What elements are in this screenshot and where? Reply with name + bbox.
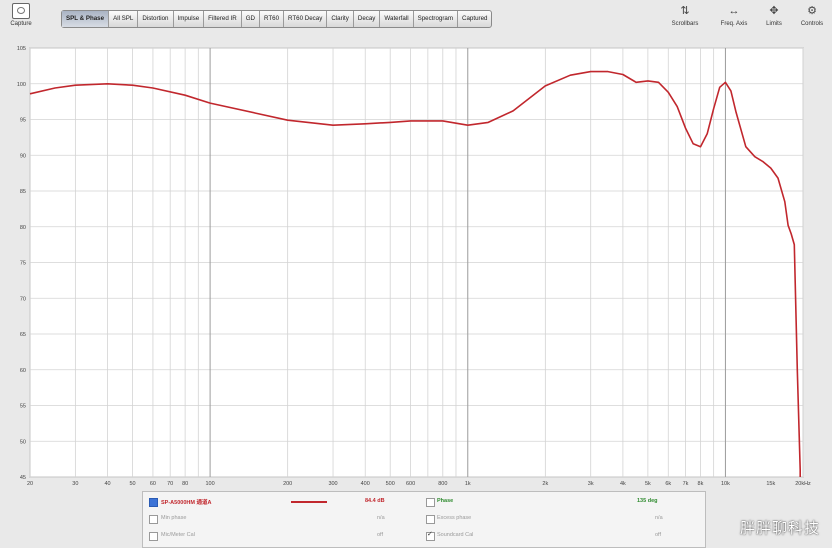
tab-rt60-decay[interactable]: RT60 Decay — [284, 11, 328, 27]
scrollbars-button[interactable]: ⇅ Scrollbars — [665, 4, 705, 27]
legend-series-name: SP-A5000HM 通道A — [161, 500, 212, 506]
legend-min-phase-value: n/a — [377, 515, 385, 521]
watermark-text: 胖胖聊科技 — [739, 519, 820, 537]
legend-soundcard-cal-label: Soundcard Cal — [437, 532, 474, 538]
legend-series-value: 84.4 dB — [365, 498, 385, 504]
camera-icon — [12, 3, 30, 19]
y-tick-label: 90 — [20, 153, 26, 159]
x-tick-label: 6k — [665, 481, 671, 487]
capture-label: Capture — [10, 21, 32, 27]
x-tick-label: 5k — [645, 481, 651, 487]
x-tick-label: 20kHz — [795, 481, 811, 487]
controls-label: Controls — [800, 21, 824, 27]
tab-captured[interactable]: Captured — [458, 11, 491, 27]
y-tick-label: 100 — [17, 82, 26, 88]
x-tick-label: 400 — [361, 481, 370, 487]
scrollbars-label: Scrollbars — [671, 21, 699, 27]
legend-checkbox-soundcard-cal[interactable] — [426, 530, 435, 541]
x-tick-label: 80 — [182, 481, 188, 487]
legend-series-swatch — [291, 501, 327, 503]
x-tick-label: 10k — [721, 481, 730, 487]
x-tick-label: 500 — [386, 481, 395, 487]
legend-panel: SP-A5000HM 通道A 84.4 dB Phase 135 deg Min… — [142, 491, 706, 548]
x-tick-label: 4k — [620, 481, 626, 487]
x-tick-label: 40 — [105, 481, 111, 487]
legend-checkbox-mic-cal[interactable] — [149, 532, 158, 541]
legend-checkbox-spl[interactable] — [149, 498, 158, 507]
controls-button[interactable]: ⚙ Controls — [792, 4, 832, 27]
x-tick-label: 7k — [683, 481, 689, 487]
y-tick-label: 55 — [20, 404, 26, 410]
x-tick-label: 70 — [167, 481, 173, 487]
x-tick-label: 30 — [72, 481, 78, 487]
x-tick-label: 50 — [129, 481, 135, 487]
limits-label: Limits — [766, 21, 782, 27]
legend-mic-cal-value: off — [377, 532, 384, 538]
y-tick-label: 80 — [20, 225, 26, 231]
y-tick-label: 75 — [20, 261, 26, 267]
tab-decay[interactable]: Decay — [354, 11, 381, 27]
legend-row: Min phase n/a Excess phase n/a — [143, 512, 705, 526]
freq-axis-icon: ↔ — [728, 5, 740, 17]
tab-spectrogram[interactable]: Spectrogram — [414, 11, 459, 27]
spl-graph-panel[interactable]: 45 50 55 60 65 70 75 80 85 90 95 100 105 20 30 40 50 60 70… — [0, 40, 832, 490]
x-tick-label: 600 — [406, 481, 415, 487]
legend-phase-value: 135 deg — [637, 498, 658, 504]
y-tick-label: 60 — [20, 368, 26, 374]
tab-waterfall[interactable]: Waterfall — [380, 11, 414, 27]
controls-icon: ⚙ — [807, 5, 817, 17]
x-tick-label: 20 — [27, 481, 33, 487]
y-tick-label: 85 — [20, 189, 26, 195]
tab-filtered-ir[interactable]: Filtered IR — [204, 11, 242, 27]
y-tick-label: 45 — [20, 475, 26, 481]
capture-button[interactable]: Capture — [4, 2, 38, 32]
x-tick-label: 1k — [465, 481, 471, 487]
x-tick-label: 300 — [328, 481, 337, 487]
scrollbars-icon: ⇅ — [680, 5, 690, 17]
legend-excess-phase-label: Excess phase — [437, 515, 472, 521]
freq-axis-button[interactable]: ↔ Freq. Axis — [714, 4, 754, 27]
legend-excess-phase-value: n/a — [655, 515, 663, 521]
tab-distortion[interactable]: Distortion — [138, 11, 174, 27]
legend-mic-cal-label: Mic/Meter Cal — [161, 532, 195, 538]
tab-rt60[interactable]: RT60 — [260, 11, 285, 27]
y-tick-label: 95 — [20, 118, 26, 124]
y-tick-label: 65 — [20, 332, 26, 338]
limits-button[interactable]: ✥ Limits — [754, 4, 794, 27]
tab-impulse[interactable]: Impulse — [174, 11, 205, 27]
legend-soundcard-cal-value: off — [655, 532, 662, 538]
legend-checkbox-phase[interactable] — [426, 498, 435, 507]
graph-tab-bar: SPL & Phase All SPL Distortion Impulse F… — [61, 10, 493, 28]
tab-all-spl[interactable]: All SPL — [109, 11, 139, 27]
legend-row: SP-A5000HM 通道A 84.4 dB Phase 135 deg — [143, 495, 705, 509]
y-tick-label: 50 — [20, 439, 26, 445]
x-tick-label: 200 — [283, 481, 292, 487]
x-tick-label: 100 — [206, 481, 215, 487]
tab-spl-phase[interactable]: SPL & Phase — [62, 11, 110, 27]
y-tick-label: 105 — [17, 46, 26, 52]
x-tick-label: 3k — [588, 481, 594, 487]
legend-checkbox-min-phase[interactable] — [149, 515, 158, 524]
legend-row: Mic/Meter Cal off Soundcard Cal off — [143, 529, 705, 543]
x-tick-label: 60 — [150, 481, 156, 487]
tab-gd[interactable]: GD — [242, 11, 260, 27]
x-tick-label: 8k — [698, 481, 704, 487]
spl-chart[interactable]: 45 50 55 60 65 70 75 80 85 90 95 100 105 20 30 40 50 60 70… — [0, 40, 832, 490]
legend-phase-label: Phase — [437, 498, 454, 504]
limits-icon: ✥ — [769, 5, 779, 17]
x-tick-label: 15k — [766, 481, 775, 487]
y-tick-label: 70 — [20, 296, 26, 302]
x-tick-label: 2k — [542, 481, 548, 487]
tab-clarity[interactable]: Clarity — [327, 11, 354, 27]
legend-min-phase-label: Min phase — [161, 515, 187, 521]
legend-checkbox-excess-phase[interactable] — [426, 515, 435, 524]
x-tick-label: 800 — [438, 481, 447, 487]
freq-axis-label: Freq. Axis — [720, 21, 748, 27]
